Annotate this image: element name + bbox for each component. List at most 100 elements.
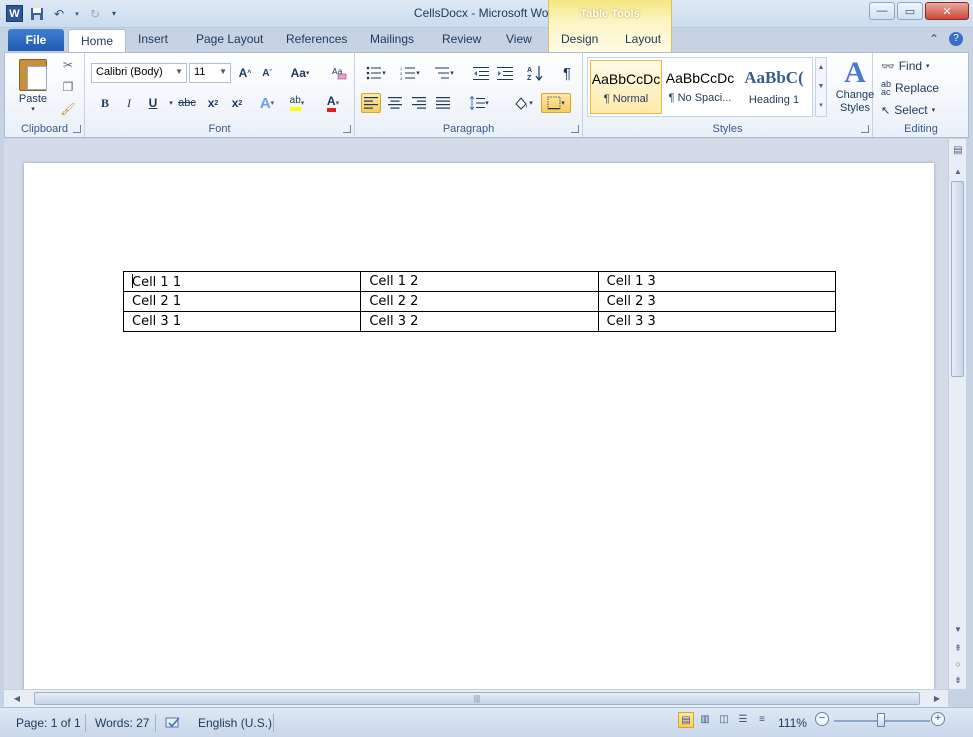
highlight-button[interactable]: ab ▾ xyxy=(287,93,307,113)
previous-page-icon[interactable]: ⇞ xyxy=(949,641,967,655)
bold-button[interactable]: B xyxy=(95,93,115,113)
line-spacing-button[interactable]: ▾ xyxy=(465,93,493,113)
page-count[interactable]: Page: 1 of 1 xyxy=(16,714,81,732)
gallery-more-icon[interactable]: ▾ xyxy=(816,96,826,115)
style-heading-1[interactable]: AaBbC( Heading 1 xyxy=(738,60,810,114)
horizontal-scroll-thumb[interactable]: ||| xyxy=(34,692,920,705)
tab-file[interactable]: File xyxy=(8,29,64,51)
language-indicator[interactable]: English (U.S.) xyxy=(198,714,272,732)
style-normal[interactable]: AaBbCcDc ¶ Normal xyxy=(590,60,662,114)
scroll-right-icon[interactable]: ▶ xyxy=(930,692,944,706)
paste-button[interactable]: Paste ▾ xyxy=(11,57,55,117)
multilevel-list-button[interactable]: ▾ xyxy=(429,63,459,83)
italic-button[interactable]: I xyxy=(119,93,139,113)
tab-review[interactable]: Review xyxy=(442,32,481,46)
borders-button[interactable]: ▾ xyxy=(541,93,571,113)
style-no-spacing[interactable]: AaBbCcDc ¶ No Spaci... xyxy=(664,60,736,114)
table-cell[interactable]: Cell 1 1 xyxy=(122,271,362,292)
grow-font-button[interactable]: A ^ xyxy=(235,63,255,83)
font-size-combo[interactable]: 11 ▼ xyxy=(189,63,231,83)
next-page-icon[interactable]: ⇟ xyxy=(949,673,967,687)
decrease-indent-button[interactable] xyxy=(471,63,491,83)
help-icon[interactable]: ? xyxy=(949,32,963,46)
sort-button[interactable]: AZ xyxy=(525,63,545,83)
zoom-slider-thumb[interactable] xyxy=(877,713,885,727)
zoom-out-icon[interactable]: − xyxy=(815,712,829,726)
document-area[interactable]: Cell 1 1 Cell 1 2 Cell 1 3 Cell 2 1 Cell… xyxy=(4,139,948,689)
minimize-ribbon-icon[interactable]: ⌃ xyxy=(929,32,939,46)
align-right-button[interactable] xyxy=(409,93,429,113)
scroll-up-icon[interactable]: ▲ xyxy=(949,165,967,179)
select-button[interactable]: ↖ Select ▾ xyxy=(881,101,935,119)
table-cell[interactable]: Cell 1 2 xyxy=(360,271,599,292)
word-count[interactable]: Words: 27 xyxy=(95,714,149,732)
tab-layout[interactable]: Layout xyxy=(625,32,661,46)
styles-launcher-icon[interactable] xyxy=(861,125,869,133)
increase-indent-button[interactable] xyxy=(495,63,515,83)
shading-button[interactable]: ▾ xyxy=(509,93,537,113)
strikethrough-button[interactable]: abc xyxy=(177,93,197,113)
document-table[interactable]: Cell 1 1 Cell 1 2 Cell 1 3 Cell 2 1 Cell… xyxy=(122,271,837,332)
view-ruler-icon[interactable]: ▤ xyxy=(951,145,965,159)
document-page[interactable]: Cell 1 1 Cell 1 2 Cell 1 3 Cell 2 1 Cell… xyxy=(24,163,934,689)
tab-page-layout[interactable]: Page Layout xyxy=(196,32,263,46)
replace-button[interactable]: ab ac Replace xyxy=(881,79,939,97)
clipboard-launcher-icon[interactable] xyxy=(73,125,81,133)
outline-view-icon[interactable]: ☰ xyxy=(735,712,751,728)
table-cell[interactable]: Cell 2 1 xyxy=(122,291,362,312)
tab-design[interactable]: Design xyxy=(561,32,598,46)
table-cell[interactable]: Cell 3 3 xyxy=(597,311,837,332)
tab-view[interactable]: View xyxy=(506,32,532,46)
align-center-button[interactable] xyxy=(385,93,405,113)
web-layout-icon[interactable]: ◫ xyxy=(716,712,732,728)
zoom-level[interactable]: 111% xyxy=(778,714,807,732)
proofing-icon[interactable] xyxy=(164,714,182,732)
format-painter-icon[interactable]: 🖌 xyxy=(59,101,77,117)
underline-button[interactable]: U xyxy=(143,93,163,113)
tab-references[interactable]: References xyxy=(286,32,347,46)
text-effects-button[interactable]: A ▾ xyxy=(257,93,277,113)
paste-dropdown-icon[interactable]: ▾ xyxy=(11,105,55,113)
shrink-font-button[interactable]: Aˇ xyxy=(257,63,277,83)
print-layout-view-icon[interactable]: ▤ xyxy=(678,712,694,728)
gallery-up-icon[interactable]: ▲ xyxy=(816,58,826,77)
align-left-button[interactable] xyxy=(361,93,381,113)
table-cell[interactable]: Cell 1 3 xyxy=(597,271,837,292)
clear-formatting-button[interactable]: Aa xyxy=(329,63,349,83)
superscript-button[interactable]: x2 xyxy=(227,93,247,113)
bullets-button[interactable]: ▾ xyxy=(361,63,391,83)
table-cell[interactable]: Cell 3 1 xyxy=(122,311,362,332)
cut-icon[interactable]: ✂ xyxy=(59,57,77,73)
zoom-in-icon[interactable]: + xyxy=(931,712,945,726)
change-case-button[interactable]: Aa ▾ xyxy=(287,63,313,83)
change-styles-button[interactable]: A Change Styles xyxy=(833,57,877,115)
copy-icon[interactable]: ❐ xyxy=(59,79,77,95)
vertical-scrollbar[interactable]: ▤ ▲ ▼ ⇞ ○ ⇟ xyxy=(948,139,966,689)
maximize-button[interactable]: ▭ xyxy=(897,2,923,20)
find-button[interactable]: 👓 Find ▾ xyxy=(881,57,930,75)
table-cell[interactable]: Cell 2 3 xyxy=(597,291,837,312)
justify-button[interactable] xyxy=(433,93,453,113)
draft-view-icon[interactable]: ≡ xyxy=(754,712,770,728)
gallery-down-icon[interactable]: ▼ xyxy=(816,77,826,96)
font-color-button[interactable]: A ▾ xyxy=(323,93,343,113)
numbering-button[interactable]: 1 2 3 ▾ xyxy=(395,63,425,83)
font-name-combo[interactable]: Calibri (Body) ▼ xyxy=(91,63,187,83)
tab-home[interactable]: Home xyxy=(68,29,127,53)
select-browse-object-icon[interactable]: ○ xyxy=(949,657,967,671)
table-cell[interactable]: Cell 3 2 xyxy=(360,311,599,332)
horizontal-scrollbar[interactable]: ◀ ||| ▶ xyxy=(4,689,948,707)
show-hide-marks-button[interactable]: ¶ xyxy=(557,63,577,83)
vertical-scroll-thumb[interactable] xyxy=(951,181,964,377)
tab-insert[interactable]: Insert xyxy=(138,32,168,46)
table-cell[interactable]: Cell 2 2 xyxy=(360,291,599,312)
subscript-button[interactable]: x2 xyxy=(203,93,223,113)
paragraph-launcher-icon[interactable] xyxy=(571,125,579,133)
tab-mailings[interactable]: Mailings xyxy=(370,32,414,46)
font-launcher-icon[interactable] xyxy=(343,125,351,133)
close-button[interactable]: ✕ xyxy=(925,2,969,20)
styles-gallery-scroll[interactable]: ▲ ▼ ▾ xyxy=(815,57,827,117)
scroll-left-icon[interactable]: ◀ xyxy=(10,692,24,706)
scroll-down-icon[interactable]: ▼ xyxy=(949,623,967,637)
minimize-button[interactable]: — xyxy=(869,2,895,20)
